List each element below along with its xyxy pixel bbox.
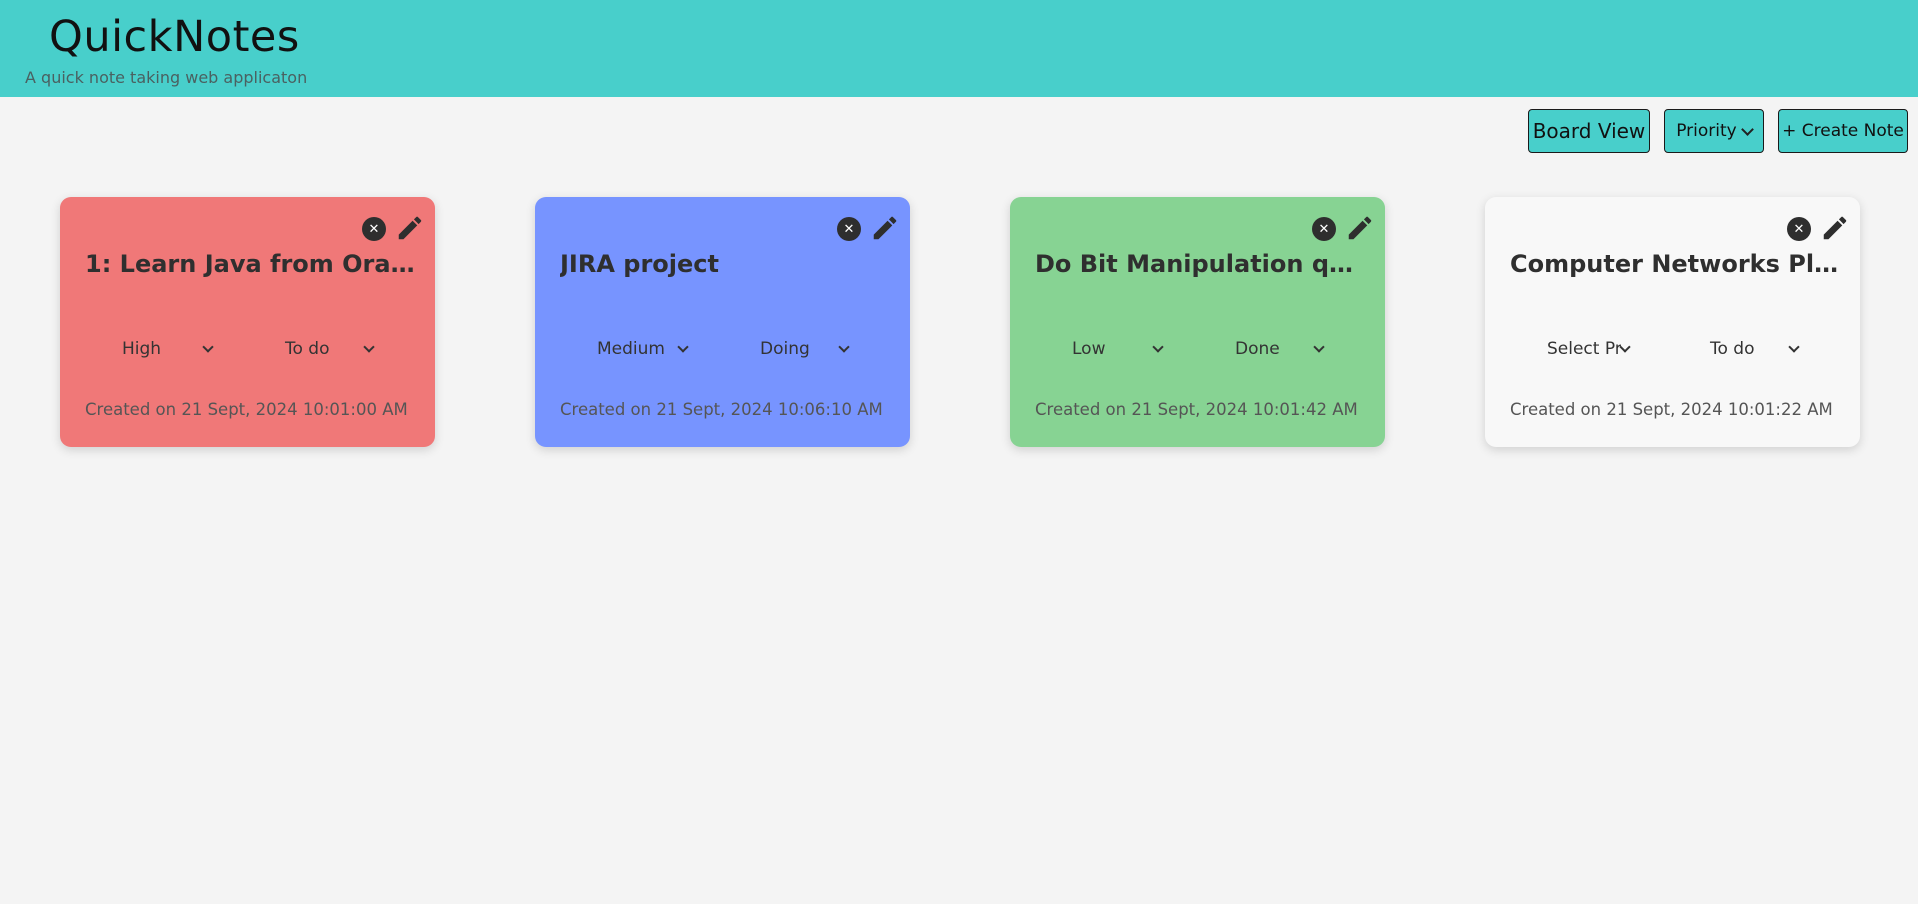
chevron-down-icon [1788,341,1800,353]
priority-select[interactable]: Select Pr [1547,339,1631,359]
close-icon[interactable]: ✕ [837,217,861,241]
status-select[interactable]: Done [1235,339,1325,359]
priority-select[interactable]: Medium [597,339,689,359]
board-view-button[interactable]: Board View [1528,109,1650,153]
note-title: Do Bit Manipulation questions [1035,250,1365,278]
priority-value: High [122,339,162,359]
pencil-icon[interactable] [870,213,900,243]
chevron-down-icon [838,341,850,353]
status-value: To do [285,339,330,359]
note-card: ✕ Do Bit Manipulation questions Low Done… [1010,197,1385,447]
chevron-down-icon [1313,341,1325,353]
status-value: Done [1235,339,1280,359]
close-icon[interactable]: ✕ [362,217,386,241]
close-icon[interactable]: ✕ [1787,217,1811,241]
pencil-icon[interactable] [1345,213,1375,243]
priority-filter-select[interactable]: Priority [1664,109,1764,153]
priority-select[interactable]: Low [1072,339,1164,359]
status-value: To do [1710,339,1755,359]
note-card: ✕ 1: Learn Java from Oracle High To do C… [60,197,435,447]
note-card: ✕ Computer Networks Playlist Select Pr T… [1485,197,1860,447]
priority-value: Select Pr [1547,339,1621,359]
close-icon[interactable]: ✕ [1312,217,1336,241]
note-created-date: Created on 21 Sept, 2024 10:06:10 AM [560,400,883,419]
note-created-date: Created on 21 Sept, 2024 10:01:42 AM [1035,400,1358,419]
pencil-icon[interactable] [395,213,425,243]
chevron-down-icon [202,341,214,353]
note-created-date: Created on 21 Sept, 2024 10:01:00 AM [85,400,408,419]
priority-value: Low [1072,339,1106,359]
create-note-button[interactable]: + Create Note [1778,109,1908,153]
status-select[interactable]: To do [285,339,375,359]
note-created-date: Created on 21 Sept, 2024 10:01:22 AM [1510,400,1833,419]
note-card: ✕ JIRA project Medium Doing Created on 2… [535,197,910,447]
note-title: Computer Networks Playlist [1510,250,1840,278]
app-header: QuickNotes A quick note taking web appli… [0,0,1918,97]
chevron-down-icon [677,341,689,353]
note-title: 1: Learn Java from Oracle [85,250,415,278]
status-select[interactable]: To do [1710,339,1800,359]
chevron-down-icon [1152,341,1164,353]
chevron-down-icon [1740,122,1754,136]
priority-filter-label: Priority [1676,121,1737,141]
pencil-icon[interactable] [1820,213,1850,243]
app-title: QuickNotes [49,12,300,62]
chevron-down-icon [363,341,375,353]
status-select[interactable]: Doing [760,339,850,359]
app-subtitle: A quick note taking web applicaton [25,68,308,87]
priority-select[interactable]: High [122,339,214,359]
note-title: JIRA project [560,250,719,278]
status-value: Doing [760,339,810,359]
chevron-down-icon [1619,341,1631,353]
priority-value: Medium [597,339,665,359]
